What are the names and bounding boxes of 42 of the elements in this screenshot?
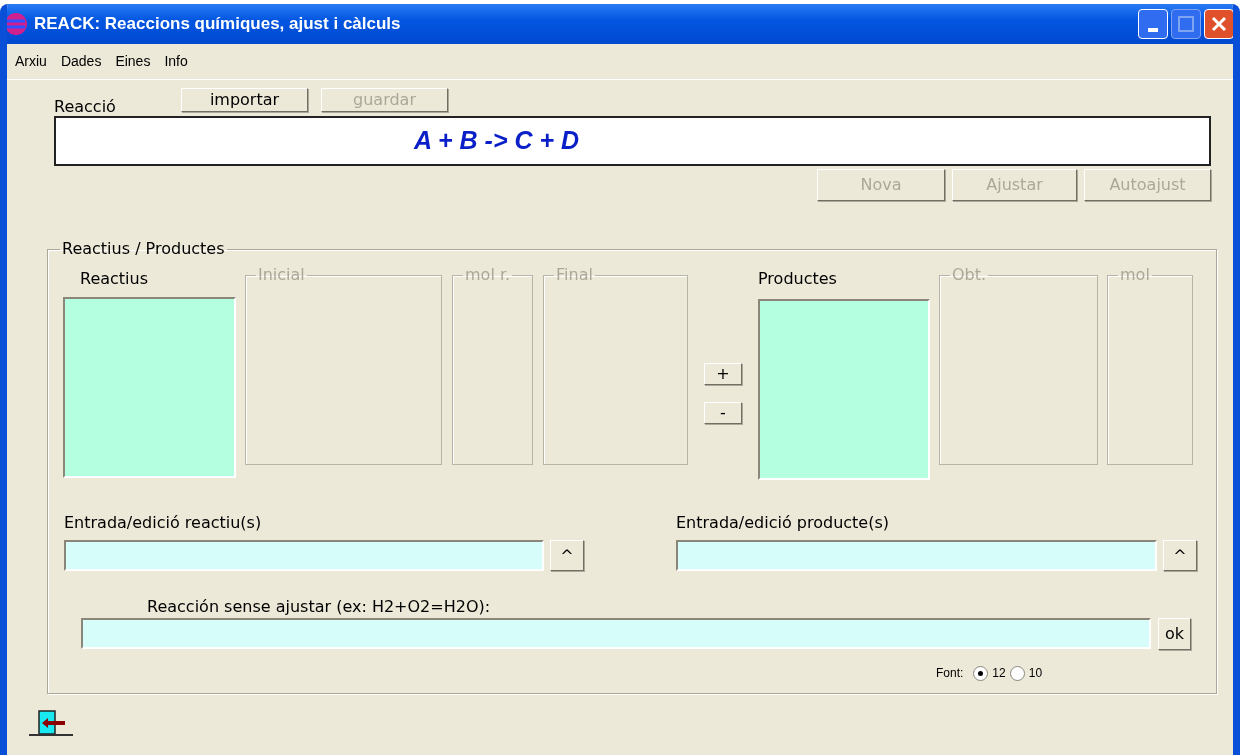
- close-button[interactable]: [1204, 9, 1233, 39]
- window-title: REACK: Reaccions químiques, ajust i càlculs: [34, 13, 401, 36]
- reactant-entry-field[interactable]: [64, 540, 544, 572]
- maximize-icon: [1178, 16, 1194, 32]
- column-title: mol: [1119, 267, 1151, 283]
- expand-button[interactable]: ^: [550, 540, 584, 572]
- products-label: Productes: [758, 269, 838, 289]
- products-list[interactable]: [758, 299, 930, 480]
- product-entry-label: Entrada/edició producte(s): [676, 513, 891, 533]
- reactant-entry-label: Entrada/edició reactiu(s): [64, 513, 263, 533]
- minimize-button[interactable]: [1138, 9, 1168, 39]
- product-entry-field[interactable]: [676, 540, 1157, 572]
- radio-label: 12: [992, 665, 1006, 683]
- font-label: Font:: [936, 665, 964, 683]
- column-title: Final: [555, 267, 594, 283]
- menu-item[interactable]: Arxiu: [15, 51, 47, 72]
- column-title: Obt.: [951, 267, 988, 283]
- radio-button[interactable]: [1009, 665, 1025, 681]
- maximize-button[interactable]: [1171, 9, 1201, 39]
- unbalanced-reaction-field[interactable]: [81, 618, 1151, 650]
- menu-item[interactable]: Eines: [115, 51, 151, 72]
- menu-item[interactable]: Info: [164, 51, 188, 72]
- expand-button[interactable]: ^: [1163, 540, 1197, 572]
- app-icon: [7, 12, 28, 36]
- reactants-list[interactable]: [63, 297, 236, 478]
- reaction-label: Reacció: [54, 96, 117, 116]
- reactants-label: Reactius: [80, 269, 150, 289]
- radio-button[interactable]: [973, 665, 989, 681]
- group-title: Reactius / Productes: [61, 241, 226, 257]
- column-title: mol r.: [464, 267, 512, 283]
- toolbar-button[interactable]: importar: [181, 88, 308, 112]
- unbalanced-reaction-label: Reacción sense ajustar (ex: H2+O2=H2O):: [147, 597, 492, 617]
- add-button[interactable]: +: [704, 363, 742, 385]
- ok-button[interactable]: ok: [1158, 618, 1191, 651]
- menu-item[interactable]: Dades: [60, 51, 102, 72]
- column-title: Inicial: [257, 267, 306, 283]
- close-icon: [1211, 16, 1227, 32]
- remove-button[interactable]: -: [704, 402, 742, 424]
- equation-text: A + B -> C + D: [54, 116, 1211, 166]
- radio-label: 10: [1028, 665, 1043, 683]
- exit-icon[interactable]: [29, 710, 73, 736]
- minimize-icon: [1148, 28, 1158, 32]
